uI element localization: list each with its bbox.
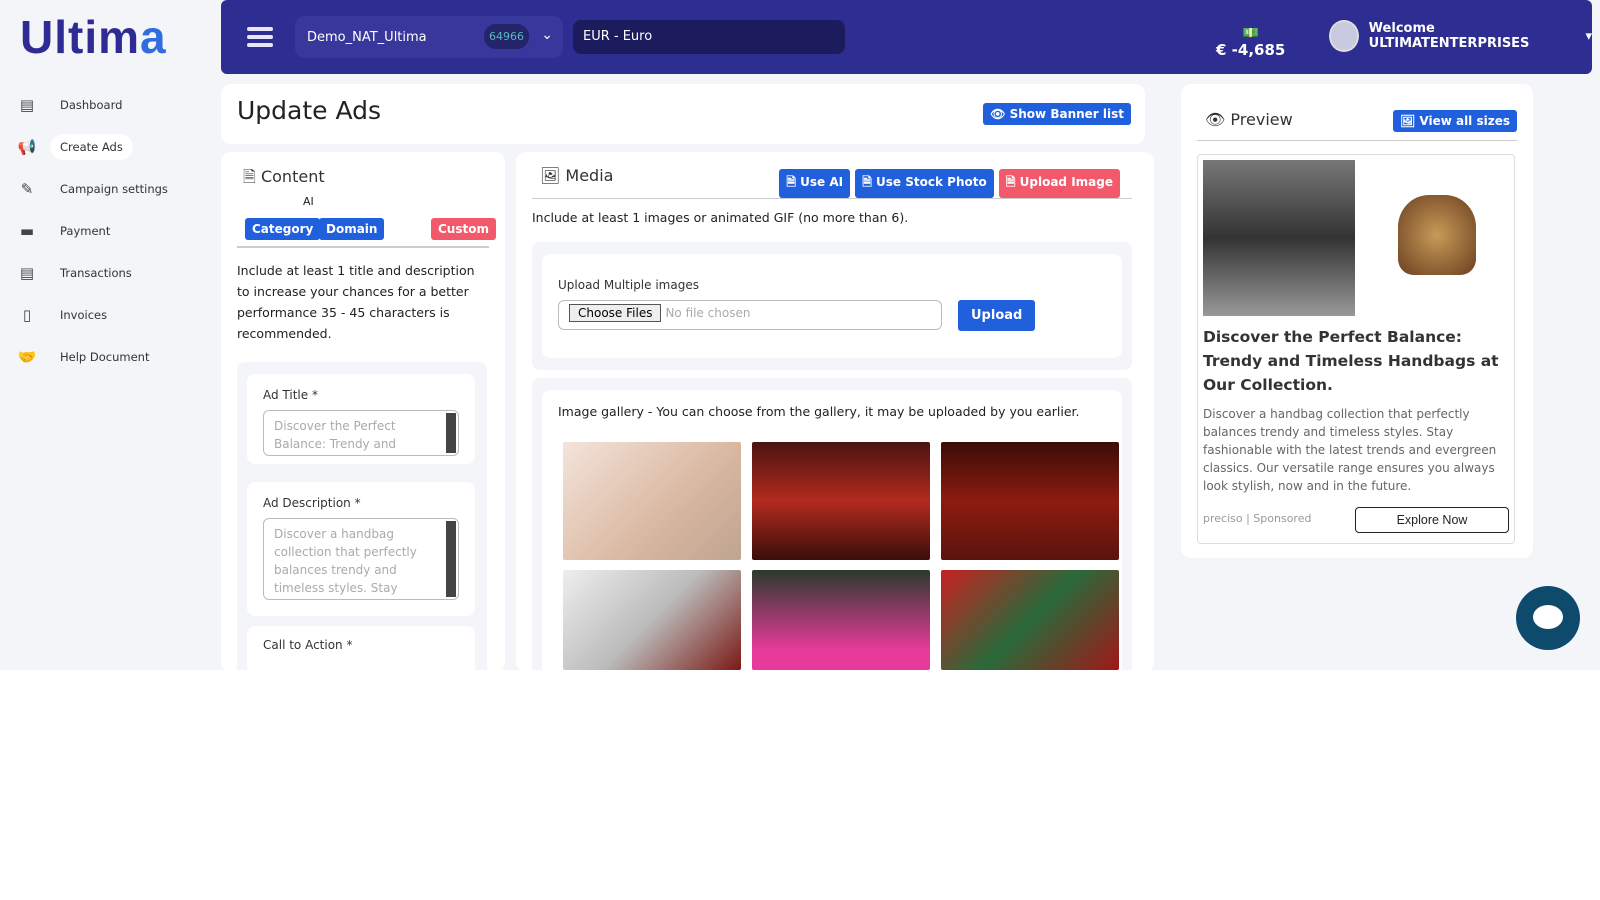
menu-icon[interactable] — [247, 27, 273, 51]
divider — [237, 246, 489, 248]
sidebar-item-payment[interactable]: ▬ Payment — [10, 216, 210, 246]
ad-description-input[interactable]: Discover a handbag collection that perfe… — [263, 518, 459, 600]
ad-description-group: Ad Description * Discover a handbag coll… — [247, 482, 475, 616]
media-title: 🖼 Media — [540, 166, 614, 185]
app: Ultima ▤ Dashboard 📢 Create Ads ✎ Campaign … — [0, 0, 1600, 670]
top-bar: Demo_NAT_Ultima 64966 ⌄ EUR - Euro 💵 € -4,6… — [221, 0, 1592, 74]
show-banner-list-button[interactable]: 👁 Show Banner list — [983, 103, 1131, 125]
upload-button[interactable]: Upload — [958, 300, 1036, 331]
sidebar-item-invoices[interactable]: ▯ Invoices — [10, 300, 210, 330]
custom-button[interactable]: Custom — [431, 218, 496, 240]
edit-icon: ✎ — [20, 180, 34, 198]
handshake-icon: 🤝 — [17, 348, 37, 366]
sidebar: ▤ Dashboard 📢 Create Ads ✎ Campaign setting… — [10, 90, 210, 384]
domain-button[interactable]: Domain — [319, 218, 385, 240]
content-panel: 🗎 Content AI Category Domain Custom Incl… — [221, 152, 505, 670]
account-id-badge: 64966 — [484, 24, 529, 49]
avatar — [1329, 20, 1359, 52]
account-selector[interactable]: Demo_NAT_Ultima 64966 ⌄ — [295, 16, 563, 58]
content-title: 🗎 Content — [243, 167, 325, 186]
view-all-sizes-button[interactable]: 🖼 View all sizes — [1392, 110, 1517, 132]
currency-select[interactable]: EUR - Euro — [573, 20, 845, 54]
explore-now-button[interactable]: Explore Now — [1355, 507, 1509, 533]
page-title: Update Ads — [237, 96, 382, 125]
pdf-icon: ▯ — [22, 306, 32, 324]
chat-button[interactable] — [1516, 586, 1580, 650]
page-header: Update Ads 👁 Show Banner list — [221, 84, 1145, 144]
preview-image-model — [1203, 160, 1355, 316]
choose-files-button[interactable]: Choose Files — [569, 304, 662, 322]
preview-title: 👁 Preview — [1205, 110, 1293, 129]
category-button[interactable]: Category — [245, 218, 321, 240]
sidebar-item-transactions[interactable]: ▤ Transactions — [10, 258, 210, 288]
image-gallery: Image gallery - You can choose from the … — [542, 390, 1122, 670]
sidebar-item-create-ads[interactable]: 📢 Create Ads — [10, 132, 210, 162]
sidebar-item-campaign-settings[interactable]: ✎ Campaign settings — [10, 174, 210, 204]
media-panel: 🖼 Media 🗎 Use AI 🗎 Use Stock Photo 🗎 Upl… — [516, 152, 1154, 670]
balance: 💵 € -4,685 — [1216, 26, 1286, 59]
sidebar-item-help-document[interactable]: 🤝 Help Document — [10, 342, 210, 372]
gallery-image[interactable] — [563, 570, 741, 670]
divider — [532, 198, 1132, 199]
user-menu[interactable]: Welcome ULTIMATENTERPRISES ▾ — [1329, 20, 1592, 52]
ad-preview: Discover the Perfect Balance: Trendy and… — [1197, 154, 1515, 544]
megaphone-icon: 📢 — [17, 138, 37, 156]
chat-bubble-icon — [1533, 605, 1563, 629]
gallery-image[interactable] — [941, 570, 1119, 670]
ad-title-input[interactable]: Discover the Perfect Balance: Trendy and — [263, 410, 459, 456]
document-icon: ▤ — [19, 96, 35, 114]
preview-panel: 👁 Preview 🖼 View all sizes Discover the … — [1181, 84, 1533, 558]
divider — [1197, 140, 1517, 141]
document-icon: ▤ — [19, 264, 35, 282]
gallery-image[interactable] — [752, 570, 930, 670]
gallery-image[interactable] — [752, 442, 930, 560]
image-icon: 🖼 — [540, 166, 561, 185]
chevron-down-icon: ⌄ — [541, 27, 553, 43]
use-ai-button[interactable]: 🗎 Use AI — [779, 169, 851, 198]
cta-group: Call to Action * — [247, 626, 475, 670]
use-stock-photo-button[interactable]: 🗎 Use Stock Photo — [855, 169, 994, 198]
gallery-image[interactable] — [563, 442, 741, 560]
upload-image-button[interactable]: 🗎 Upload Image — [998, 169, 1120, 198]
file-input[interactable]: Choose Files No file chosen — [558, 300, 942, 330]
ad-title-group: Ad Title * Discover the Perfect Balance:… — [247, 374, 475, 464]
gallery-image[interactable] — [941, 442, 1119, 560]
eye-icon: 👁 — [1205, 110, 1226, 129]
upload-section: Upload Multiple images Choose Files No fi… — [542, 254, 1122, 358]
logo[interactable]: Ultima — [20, 10, 167, 64]
sidebar-item-dashboard[interactable]: ▤ Dashboard — [10, 90, 210, 120]
document-icon: 🗎 — [243, 167, 256, 186]
paypal-icon: ▬ — [19, 222, 35, 240]
money-icon: 💵 — [1242, 26, 1259, 41]
preview-image-handbag — [1398, 195, 1476, 275]
